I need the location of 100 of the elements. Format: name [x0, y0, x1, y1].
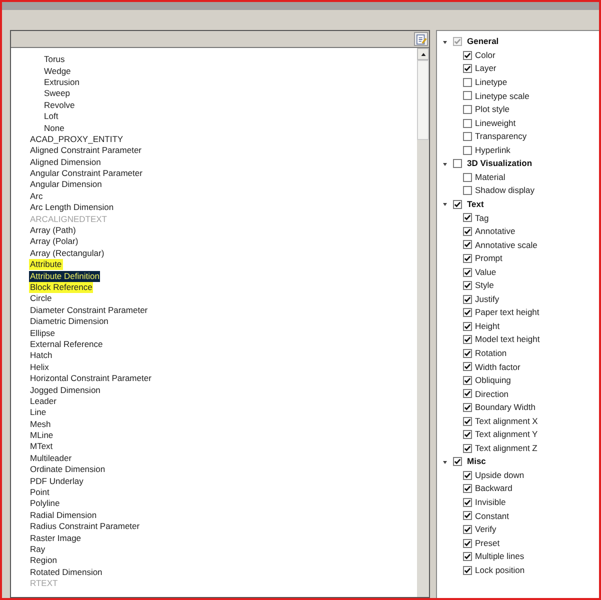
checkbox[interactable] [463, 91, 472, 100]
group-label: Text [467, 198, 484, 211]
list-item[interactable]: Leader [29, 396, 58, 407]
checkbox[interactable] [463, 105, 472, 114]
list-item[interactable]: Ray [29, 544, 46, 555]
list-item[interactable]: Region [29, 555, 58, 566]
checkbox[interactable] [453, 37, 462, 46]
list-item[interactable]: Diameter Constraint Parameter [29, 304, 149, 316]
checkbox[interactable] [463, 430, 472, 440]
checkbox[interactable] [463, 416, 472, 426]
checkbox[interactable] [463, 538, 472, 548]
checkbox[interactable] [463, 294, 472, 304]
list-item[interactable]: Loft [43, 111, 60, 122]
list-item[interactable]: Line [29, 407, 48, 418]
checkbox[interactable] [463, 213, 472, 222]
property-label: Text alignment X [475, 414, 538, 428]
list-item[interactable]: MLine [29, 430, 54, 442]
list-item[interactable]: Mesh [29, 418, 52, 430]
checkbox[interactable] [453, 457, 462, 466]
checkbox[interactable] [463, 403, 472, 412]
list-item[interactable]: PDF Underlay [29, 476, 84, 487]
checkbox[interactable] [463, 118, 472, 128]
checkbox[interactable] [463, 268, 472, 277]
list-item[interactable]: Angular Dimension [29, 179, 103, 190]
checkbox[interactable] [453, 200, 462, 209]
checkbox[interactable] [463, 78, 472, 87]
list-item[interactable]: MText [29, 441, 54, 452]
checkbox[interactable] [463, 470, 472, 480]
expand-toggle[interactable] [441, 200, 448, 208]
list-item[interactable]: Horizontal Constraint Parameter [29, 373, 152, 384]
checkbox[interactable] [463, 484, 472, 494]
scroll-up-button[interactable] [417, 48, 429, 60]
group-label: General [467, 35, 499, 48]
list-item[interactable]: Rotated Dimension [29, 566, 104, 578]
list-item[interactable]: Attribute [29, 259, 63, 270]
list-item[interactable]: Wedge [43, 66, 72, 77]
list-item[interactable]: Array (Polar) [29, 236, 80, 248]
list-item[interactable]: Sweep [43, 88, 71, 100]
checkbox[interactable] [463, 308, 472, 318]
list-item[interactable]: Point [29, 487, 50, 498]
list-item[interactable]: None [43, 122, 66, 134]
checkbox[interactable] [453, 159, 462, 168]
list-item[interactable]: Array (Path) [29, 225, 77, 236]
list-item[interactable]: Ordinate Dimension [29, 464, 106, 476]
list-item[interactable]: Arc [29, 190, 44, 202]
list-item[interactable]: ACAD_PROXY_ENTITY [29, 134, 124, 145]
list-item[interactable]: Array (Rectangular) [29, 248, 106, 259]
property-label: Plot style [475, 103, 510, 116]
checkbox[interactable] [463, 254, 472, 264]
list-item[interactable]: Radial Dimension [29, 510, 98, 521]
list-item[interactable]: Circle [29, 293, 53, 304]
list-item[interactable]: Raster Image [29, 532, 82, 544]
checkbox[interactable] [463, 226, 472, 236]
list-item[interactable]: Aligned Dimension [29, 156, 102, 168]
expand-toggle[interactable] [441, 458, 448, 466]
list-item[interactable]: Ellipse [29, 328, 56, 339]
checkbox[interactable] [463, 132, 472, 142]
list-item[interactable]: Diametric Dimension [29, 316, 110, 328]
expand-toggle[interactable] [441, 160, 448, 168]
scroll-thumb[interactable] [417, 60, 429, 140]
checkbox[interactable] [463, 444, 472, 453]
checkbox[interactable] [463, 566, 472, 575]
checkbox[interactable] [463, 172, 472, 182]
list-item[interactable]: Extrusion [43, 76, 80, 88]
checkbox[interactable] [463, 362, 472, 372]
property-label: Paper text height [475, 306, 540, 320]
checkbox[interactable] [463, 552, 472, 562]
expand-toggle[interactable] [441, 38, 448, 46]
checkbox[interactable] [463, 511, 472, 520]
property-label: Prompt [475, 252, 502, 265]
checkbox[interactable] [463, 498, 472, 507]
checkbox[interactable] [463, 146, 472, 155]
edit-list-icon[interactable] [414, 32, 428, 46]
list-item[interactable]: Revolve [43, 100, 76, 111]
list-item[interactable]: Multileader [29, 452, 73, 464]
checkbox[interactable] [463, 64, 472, 74]
list-item[interactable]: Torus [43, 54, 66, 66]
list-item[interactable]: Hatch [29, 350, 54, 362]
list-item[interactable]: Polyline [29, 498, 61, 510]
checkbox[interactable] [463, 524, 472, 534]
property-label: Rotation [475, 346, 507, 360]
checkbox[interactable] [463, 186, 472, 196]
checkbox[interactable] [463, 322, 472, 331]
checkbox[interactable] [463, 240, 472, 250]
checkbox[interactable] [463, 348, 472, 358]
list-item[interactable]: Radius Constraint Parameter [29, 521, 141, 532]
checkbox[interactable] [463, 50, 472, 60]
checkbox[interactable] [463, 389, 472, 398]
checkbox[interactable] [463, 335, 472, 344]
list-item[interactable]: Helix [29, 362, 50, 373]
list-item[interactable]: Attribute Definition [29, 270, 100, 282]
list-item[interactable]: Jogged Dimension [29, 384, 102, 396]
list-item[interactable]: Angular Constraint Parameter [29, 168, 144, 180]
list-item[interactable]: Aligned Constraint Parameter [29, 145, 143, 156]
list-item[interactable]: Block Reference [29, 282, 94, 293]
list-item[interactable]: Arc Length Dimension [29, 202, 115, 214]
checkbox[interactable] [463, 281, 472, 290]
scrollbar[interactable] [417, 48, 429, 597]
checkbox[interactable] [463, 376, 472, 385]
list-item[interactable]: External Reference [29, 338, 104, 350]
